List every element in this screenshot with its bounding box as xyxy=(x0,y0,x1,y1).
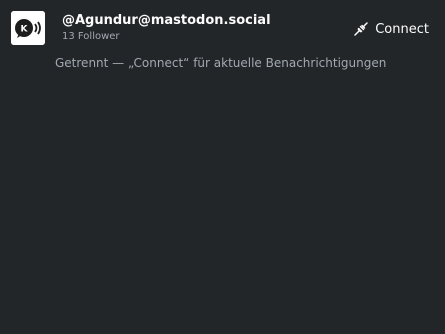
notification-panel: K @Agundur@mastodon.social 13 Follower C… xyxy=(0,0,445,334)
avatar: K xyxy=(11,11,45,45)
mastodon-speaker-icon: K xyxy=(11,11,45,45)
plug-icon xyxy=(354,22,368,36)
connect-button[interactable]: Connect xyxy=(353,18,429,40)
account-handle: @Agundur@mastodon.social xyxy=(62,13,271,28)
connect-label: Connect xyxy=(375,21,429,37)
follower-count: 13 Follower xyxy=(62,31,120,42)
connection-status-text: Getrennt — „Connect“ für aktuelle Benach… xyxy=(55,56,387,70)
account-header: K @Agundur@mastodon.social 13 Follower C… xyxy=(0,0,445,56)
svg-text:K: K xyxy=(21,25,29,35)
